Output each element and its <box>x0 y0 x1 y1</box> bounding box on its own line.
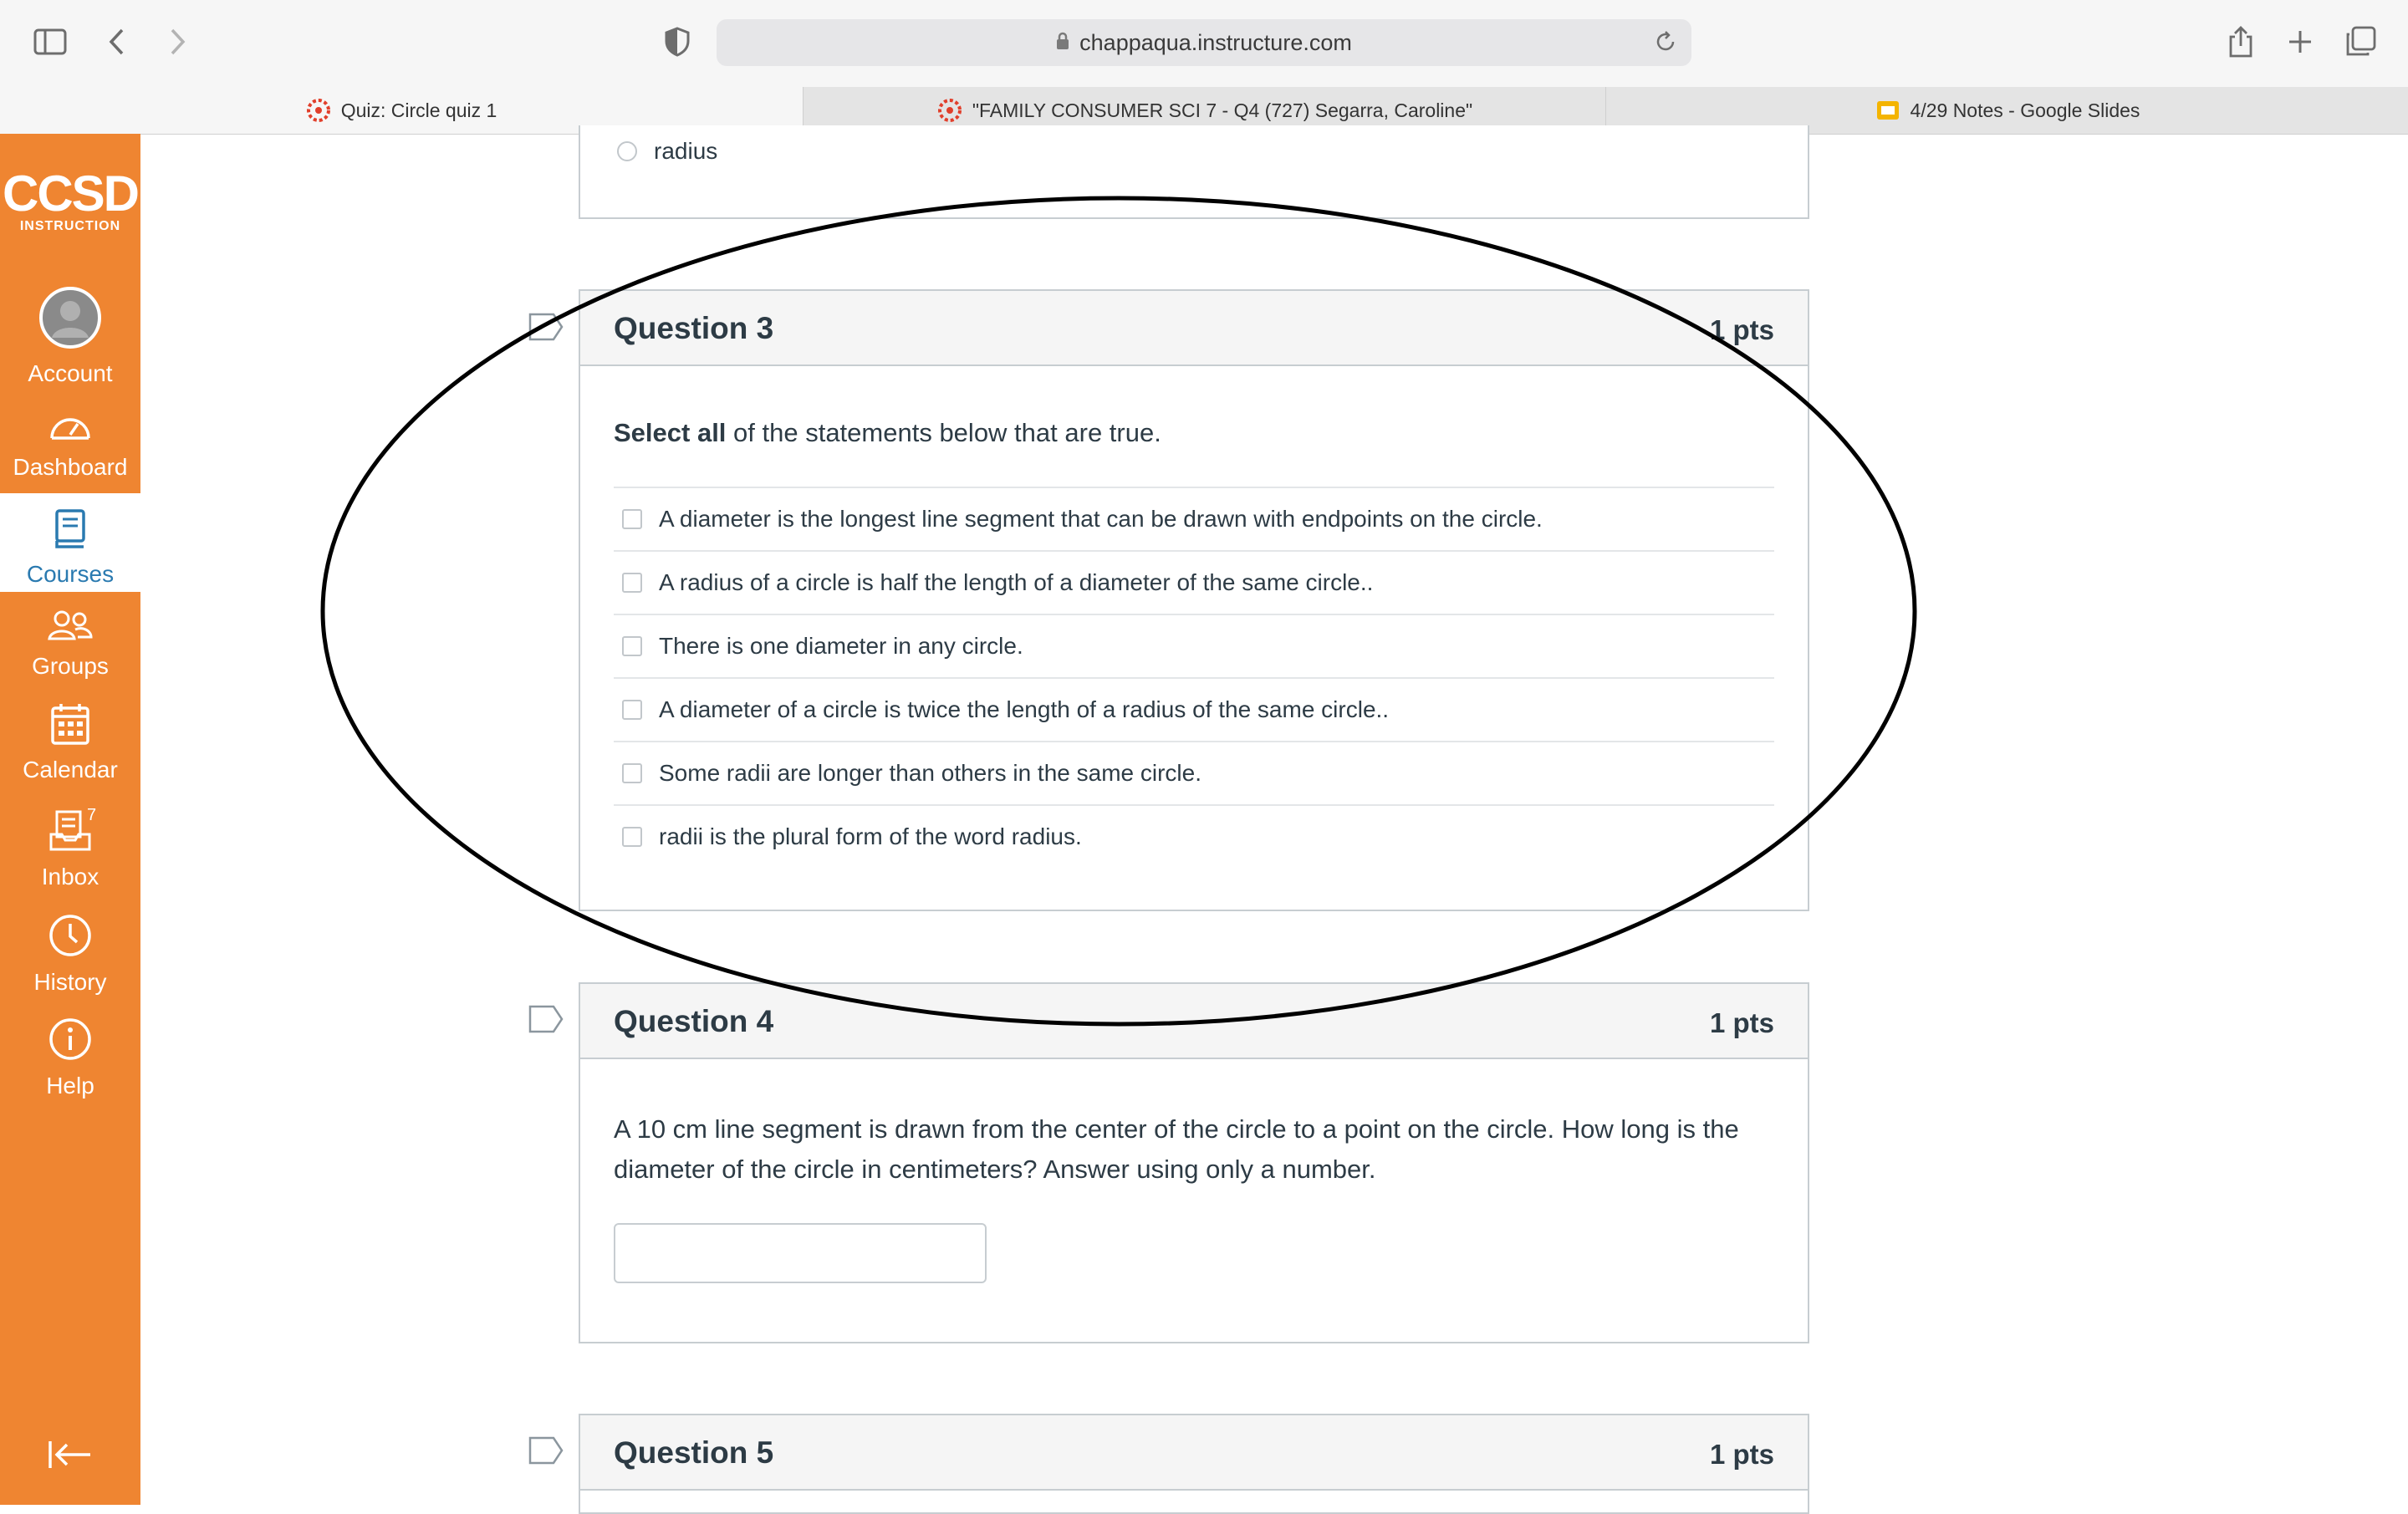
answer-option[interactable]: Some radii are longer than others in the… <box>614 741 1774 804</box>
question-body: A 10 cm line segment is drawn from the c… <box>580 1059 1808 1283</box>
nav-account[interactable]: Account <box>0 286 140 387</box>
question-title: Question 4 <box>614 1004 774 1038</box>
prompt-text: of the statements below that are true. <box>726 418 1161 447</box>
numeric-answer-input[interactable] <box>614 1223 987 1283</box>
answer-label: radii is the plural form of the word rad… <box>659 823 1082 849</box>
dashboard-icon <box>0 410 140 449</box>
question-title: Question 5 <box>614 1435 774 1470</box>
collapse-nav-icon[interactable] <box>47 1440 94 1474</box>
question-points: 1 pts <box>1709 1439 1774 1470</box>
question-4: Question 4 1 pts A 10 cm line segment is… <box>579 982 1809 1343</box>
checkbox[interactable] <box>622 573 642 593</box>
answer-option[interactable]: radii is the plural form of the word rad… <box>614 804 1774 868</box>
forward-icon[interactable] <box>157 22 197 62</box>
brand-text: CCSD <box>2 166 140 222</box>
info-icon <box>0 1017 140 1068</box>
question-points: 1 pts <box>1709 1007 1774 1038</box>
canvas-logo-icon <box>937 98 962 123</box>
flag-question-icon[interactable] <box>528 1436 564 1465</box>
nav-label: History <box>33 969 107 995</box>
question-2-tail: radius <box>579 125 1809 219</box>
flag-question-icon[interactable] <box>528 1005 564 1033</box>
lock-icon <box>1056 30 1069 56</box>
tab-label: Quiz: Circle quiz 1 <box>340 99 497 121</box>
groups-icon <box>0 609 140 648</box>
nav-label: Courses <box>26 561 115 587</box>
answer-label: There is one diameter in any circle. <box>659 633 1023 659</box>
checkbox[interactable] <box>622 636 642 656</box>
tab-label: "FAMILY CONSUMER SCI 7 - Q4 (727) Segarr… <box>972 99 1473 121</box>
tab-overview-icon[interactable] <box>2340 22 2380 62</box>
answer-label: A radius of a circle is half the length … <box>659 569 1374 595</box>
answer-label: A diameter of a circle is twice the leng… <box>659 696 1390 722</box>
flag-question-icon[interactable] <box>528 313 564 341</box>
address-bar[interactable]: chappaqua.instructure.com <box>717 19 1691 66</box>
question-body: Select all of the statements below that … <box>580 366 1808 868</box>
clock-icon <box>0 913 140 964</box>
question-header: Question 3 1 pts <box>580 291 1808 366</box>
question-points: 1 pts <box>1709 314 1774 345</box>
unread-count-badge: 7 <box>87 806 97 824</box>
nav-inbox[interactable]: 7 Inbox <box>0 806 140 890</box>
answer-option[interactable]: A diameter of a circle is twice the leng… <box>614 677 1774 741</box>
nav-label: Dashboard <box>13 454 128 480</box>
share-icon[interactable] <box>2221 22 2261 62</box>
answer-option[interactable]: A diameter is the longest line segment t… <box>614 487 1774 550</box>
nav-dashboard[interactable]: Dashboard <box>0 410 140 481</box>
google-slides-icon <box>1875 98 1900 123</box>
question-header: Question 4 1 pts <box>580 984 1808 1059</box>
privacy-shield-icon[interactable] <box>657 22 697 62</box>
question-prompt: Select all of the statements below that … <box>614 413 1774 453</box>
brand-subtext: INSTRUCTION <box>19 219 121 233</box>
answer-option[interactable]: radius <box>617 138 717 165</box>
question-3: Question 3 1 pts Select all of the state… <box>579 289 1809 911</box>
nav-courses[interactable]: Courses <box>0 493 140 592</box>
sidebar-toggle-icon[interactable] <box>30 22 70 62</box>
nav-history[interactable]: History <box>0 913 140 996</box>
global-nav: CCSD INSTRUCTION Account Dashboard Cours… <box>0 134 140 1505</box>
answer-label: Some radii are longer than others in the… <box>659 760 1201 786</box>
nav-label: Inbox <box>41 864 99 890</box>
prompt-emphasis: Select all <box>614 418 727 447</box>
nav-label: Account <box>28 360 113 386</box>
nav-label: Calendar <box>23 757 118 782</box>
nav-help[interactable]: Help <box>0 1017 140 1099</box>
nav-label: Groups <box>32 653 109 679</box>
new-tab-icon[interactable] <box>2280 22 2320 62</box>
url-text: chappaqua.instructure.com <box>1079 29 1352 55</box>
reload-icon[interactable] <box>1653 29 1678 60</box>
question-prompt: A 10 cm line segment is drawn from the c… <box>614 1114 1739 1184</box>
calendar-icon <box>0 702 140 752</box>
book-icon <box>0 508 140 556</box>
answer-label: A diameter is the longest line segment t… <box>659 506 1543 532</box>
checkbox[interactable] <box>622 509 642 529</box>
radio-button[interactable] <box>617 141 637 161</box>
inbox-icon <box>0 809 140 859</box>
answer-label: radius <box>654 138 718 164</box>
nav-calendar[interactable]: Calendar <box>0 702 140 783</box>
checkbox[interactable] <box>622 700 642 720</box>
avatar-icon <box>0 286 140 355</box>
nav-label: Help <box>46 1073 94 1099</box>
nav-groups[interactable]: Groups <box>0 609 140 680</box>
checkbox[interactable] <box>622 763 642 783</box>
question-5: Question 5 1 pts <box>579 1414 1809 1514</box>
back-icon[interactable] <box>97 22 137 62</box>
question-header: Question 5 1 pts <box>580 1415 1808 1491</box>
tab-label: 4/29 Notes - Google Slides <box>1910 99 2140 121</box>
browser-toolbar: chappaqua.instructure.com <box>0 0 2408 87</box>
ccsd-logo[interactable]: CCSD INSTRUCTION <box>0 166 140 234</box>
canvas-logo-icon <box>306 98 331 123</box>
answer-option[interactable]: There is one diameter in any circle. <box>614 614 1774 677</box>
checkbox[interactable] <box>622 827 642 847</box>
question-title: Question 3 <box>614 311 774 345</box>
answer-list: A diameter is the longest line segment t… <box>614 487 1774 868</box>
answer-option[interactable]: A radius of a circle is half the length … <box>614 550 1774 614</box>
